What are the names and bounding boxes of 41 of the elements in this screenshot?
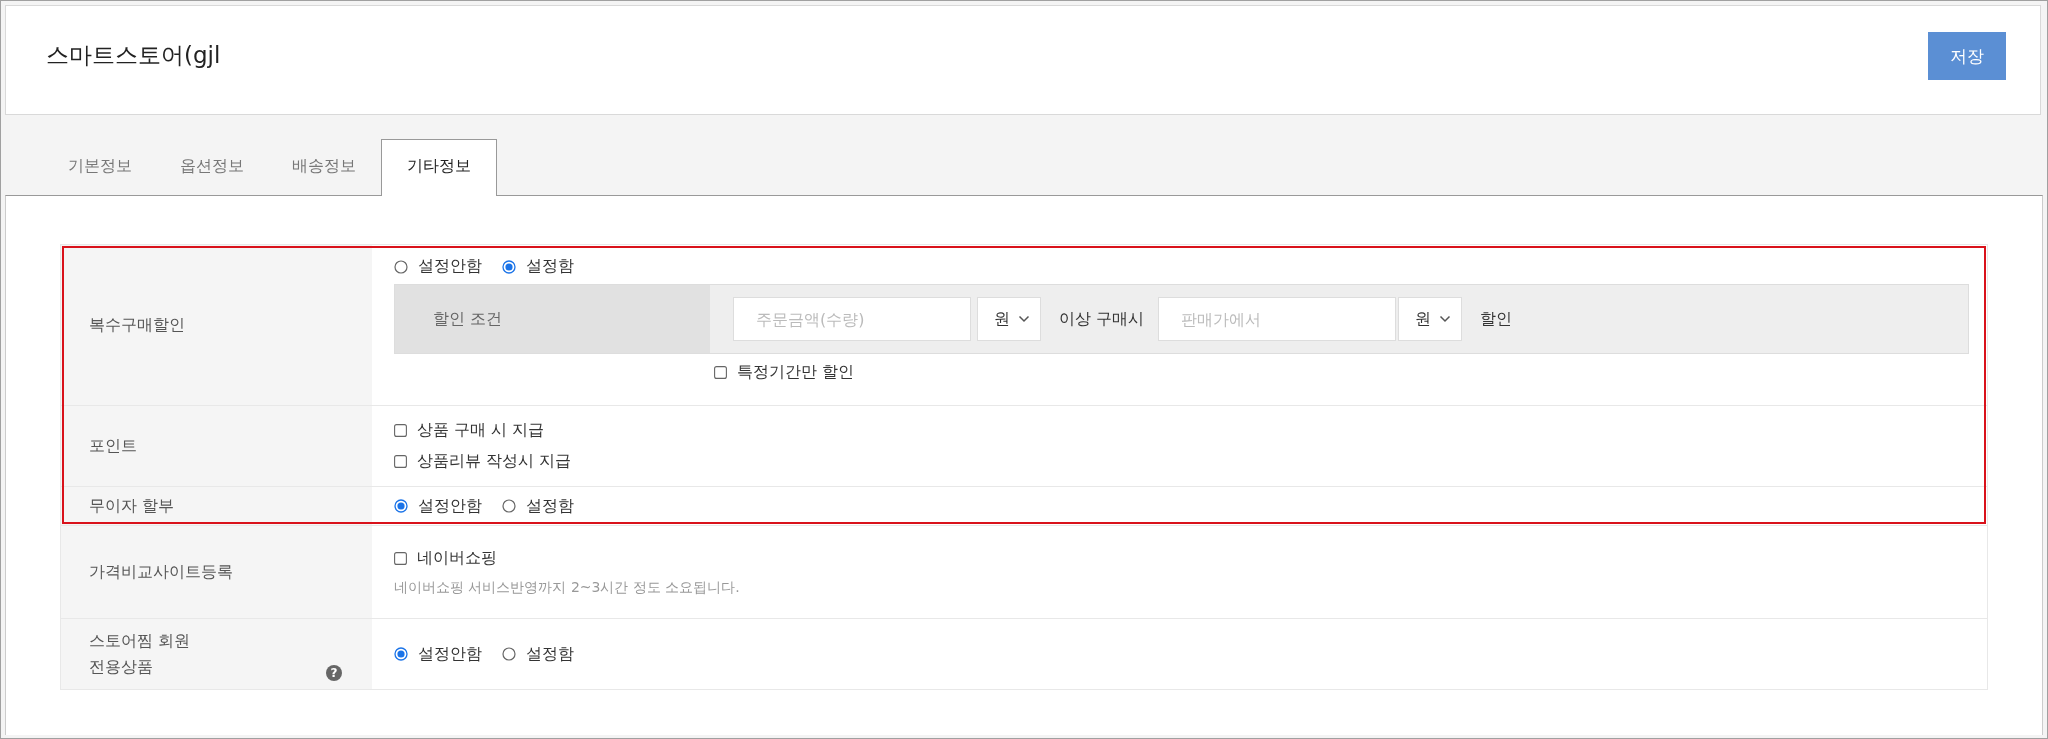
- condition-label: 할인 조건: [395, 285, 710, 353]
- radio-button[interactable]: [394, 499, 408, 513]
- radio-button[interactable]: [394, 647, 408, 661]
- tab[interactable]: 배송정보: [269, 139, 379, 195]
- checkbox-label[interactable]: 네이버쇼핑: [417, 547, 497, 569]
- option-label[interactable]: 설정안함: [418, 256, 482, 277]
- help-text: 네이버쇼핑 서비스반영까지 2~3시간 정도 소요됩니다.: [394, 577, 741, 597]
- field-label: 포인트: [89, 435, 137, 457]
- tab[interactable]: 기본정보: [45, 139, 155, 195]
- condition-text: 할인: [1480, 308, 1513, 330]
- condition-text: 이상 구매시: [1059, 308, 1145, 330]
- option-label[interactable]: 설정함: [526, 643, 574, 665]
- chevron-down-icon: [1439, 315, 1452, 323]
- unit-select[interactable]: 원: [977, 297, 1041, 341]
- radio-button[interactable]: [502, 647, 516, 661]
- checkbox[interactable]: [714, 365, 727, 379]
- radio-button[interactable]: [502, 499, 516, 513]
- tab[interactable]: 옵션정보: [157, 139, 267, 195]
- option-label[interactable]: 설정안함: [418, 643, 482, 665]
- option-label[interactable]: 설정안함: [418, 495, 482, 517]
- field-label: 복수구매할인: [89, 314, 185, 336]
- checkbox-label[interactable]: 상품리뷰 작성시 지급: [417, 451, 572, 472]
- checkbox[interactable]: [394, 455, 407, 468]
- page-title: 스마트스토어(gjl: [46, 40, 221, 70]
- chevron-down-icon: [1018, 315, 1030, 323]
- checkbox-label[interactable]: 상품 구매 시 지급: [417, 420, 545, 441]
- help-icon[interactable]: ?: [326, 665, 342, 681]
- checkbox-label[interactable]: 특정기간만 할인: [737, 361, 855, 383]
- radio-button[interactable]: [502, 259, 516, 274]
- unit-select[interactable]: 원: [1398, 297, 1463, 341]
- option-label[interactable]: 설정함: [526, 256, 574, 277]
- field-label: 무이자 할부: [89, 495, 175, 517]
- field-label: 가격비교사이트등록: [89, 561, 233, 583]
- option-label[interactable]: 설정함: [526, 495, 574, 517]
- tab[interactable]: 기타정보: [381, 139, 497, 196]
- price-field[interactable]: 판매가에서: [1158, 297, 1397, 341]
- checkbox[interactable]: [394, 551, 407, 565]
- radio-button[interactable]: [394, 259, 408, 274]
- field-label: 스토어찜 회원 전용상품: [89, 630, 191, 678]
- checkbox[interactable]: [394, 424, 407, 437]
- amount-field[interactable]: 주문금액(수량): [733, 297, 971, 341]
